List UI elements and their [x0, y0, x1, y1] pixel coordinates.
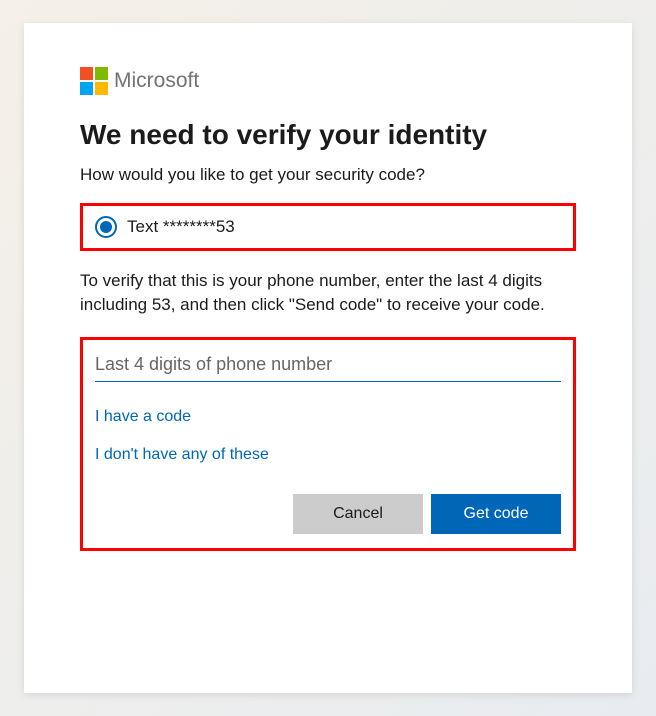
highlight-verification-option: Text ********53 [80, 203, 576, 251]
have-code-link[interactable]: I have a code [95, 408, 561, 426]
page-title: We need to verify your identity [80, 119, 576, 151]
microsoft-logo-icon [80, 67, 108, 95]
brand-name: Microsoft [114, 69, 199, 93]
last-4-digits-input[interactable] [95, 348, 561, 382]
highlight-form-area: I have a code I don't have any of these … [80, 337, 576, 551]
button-row: Cancel Get code [95, 494, 561, 534]
radio-button-icon[interactable] [95, 216, 117, 238]
instructions-text: To verify that this is your phone number… [80, 269, 576, 317]
verification-card: Microsoft We need to verify your identit… [24, 23, 632, 693]
radio-option-label: Text ********53 [127, 217, 235, 237]
subheading-text: How would you like to get your security … [80, 165, 576, 185]
brand-row: Microsoft [80, 67, 576, 95]
cancel-button[interactable]: Cancel [293, 494, 423, 534]
get-code-button[interactable]: Get code [431, 494, 561, 534]
radio-option-text[interactable]: Text ********53 [95, 216, 561, 238]
none-of-these-link[interactable]: I don't have any of these [95, 446, 561, 464]
